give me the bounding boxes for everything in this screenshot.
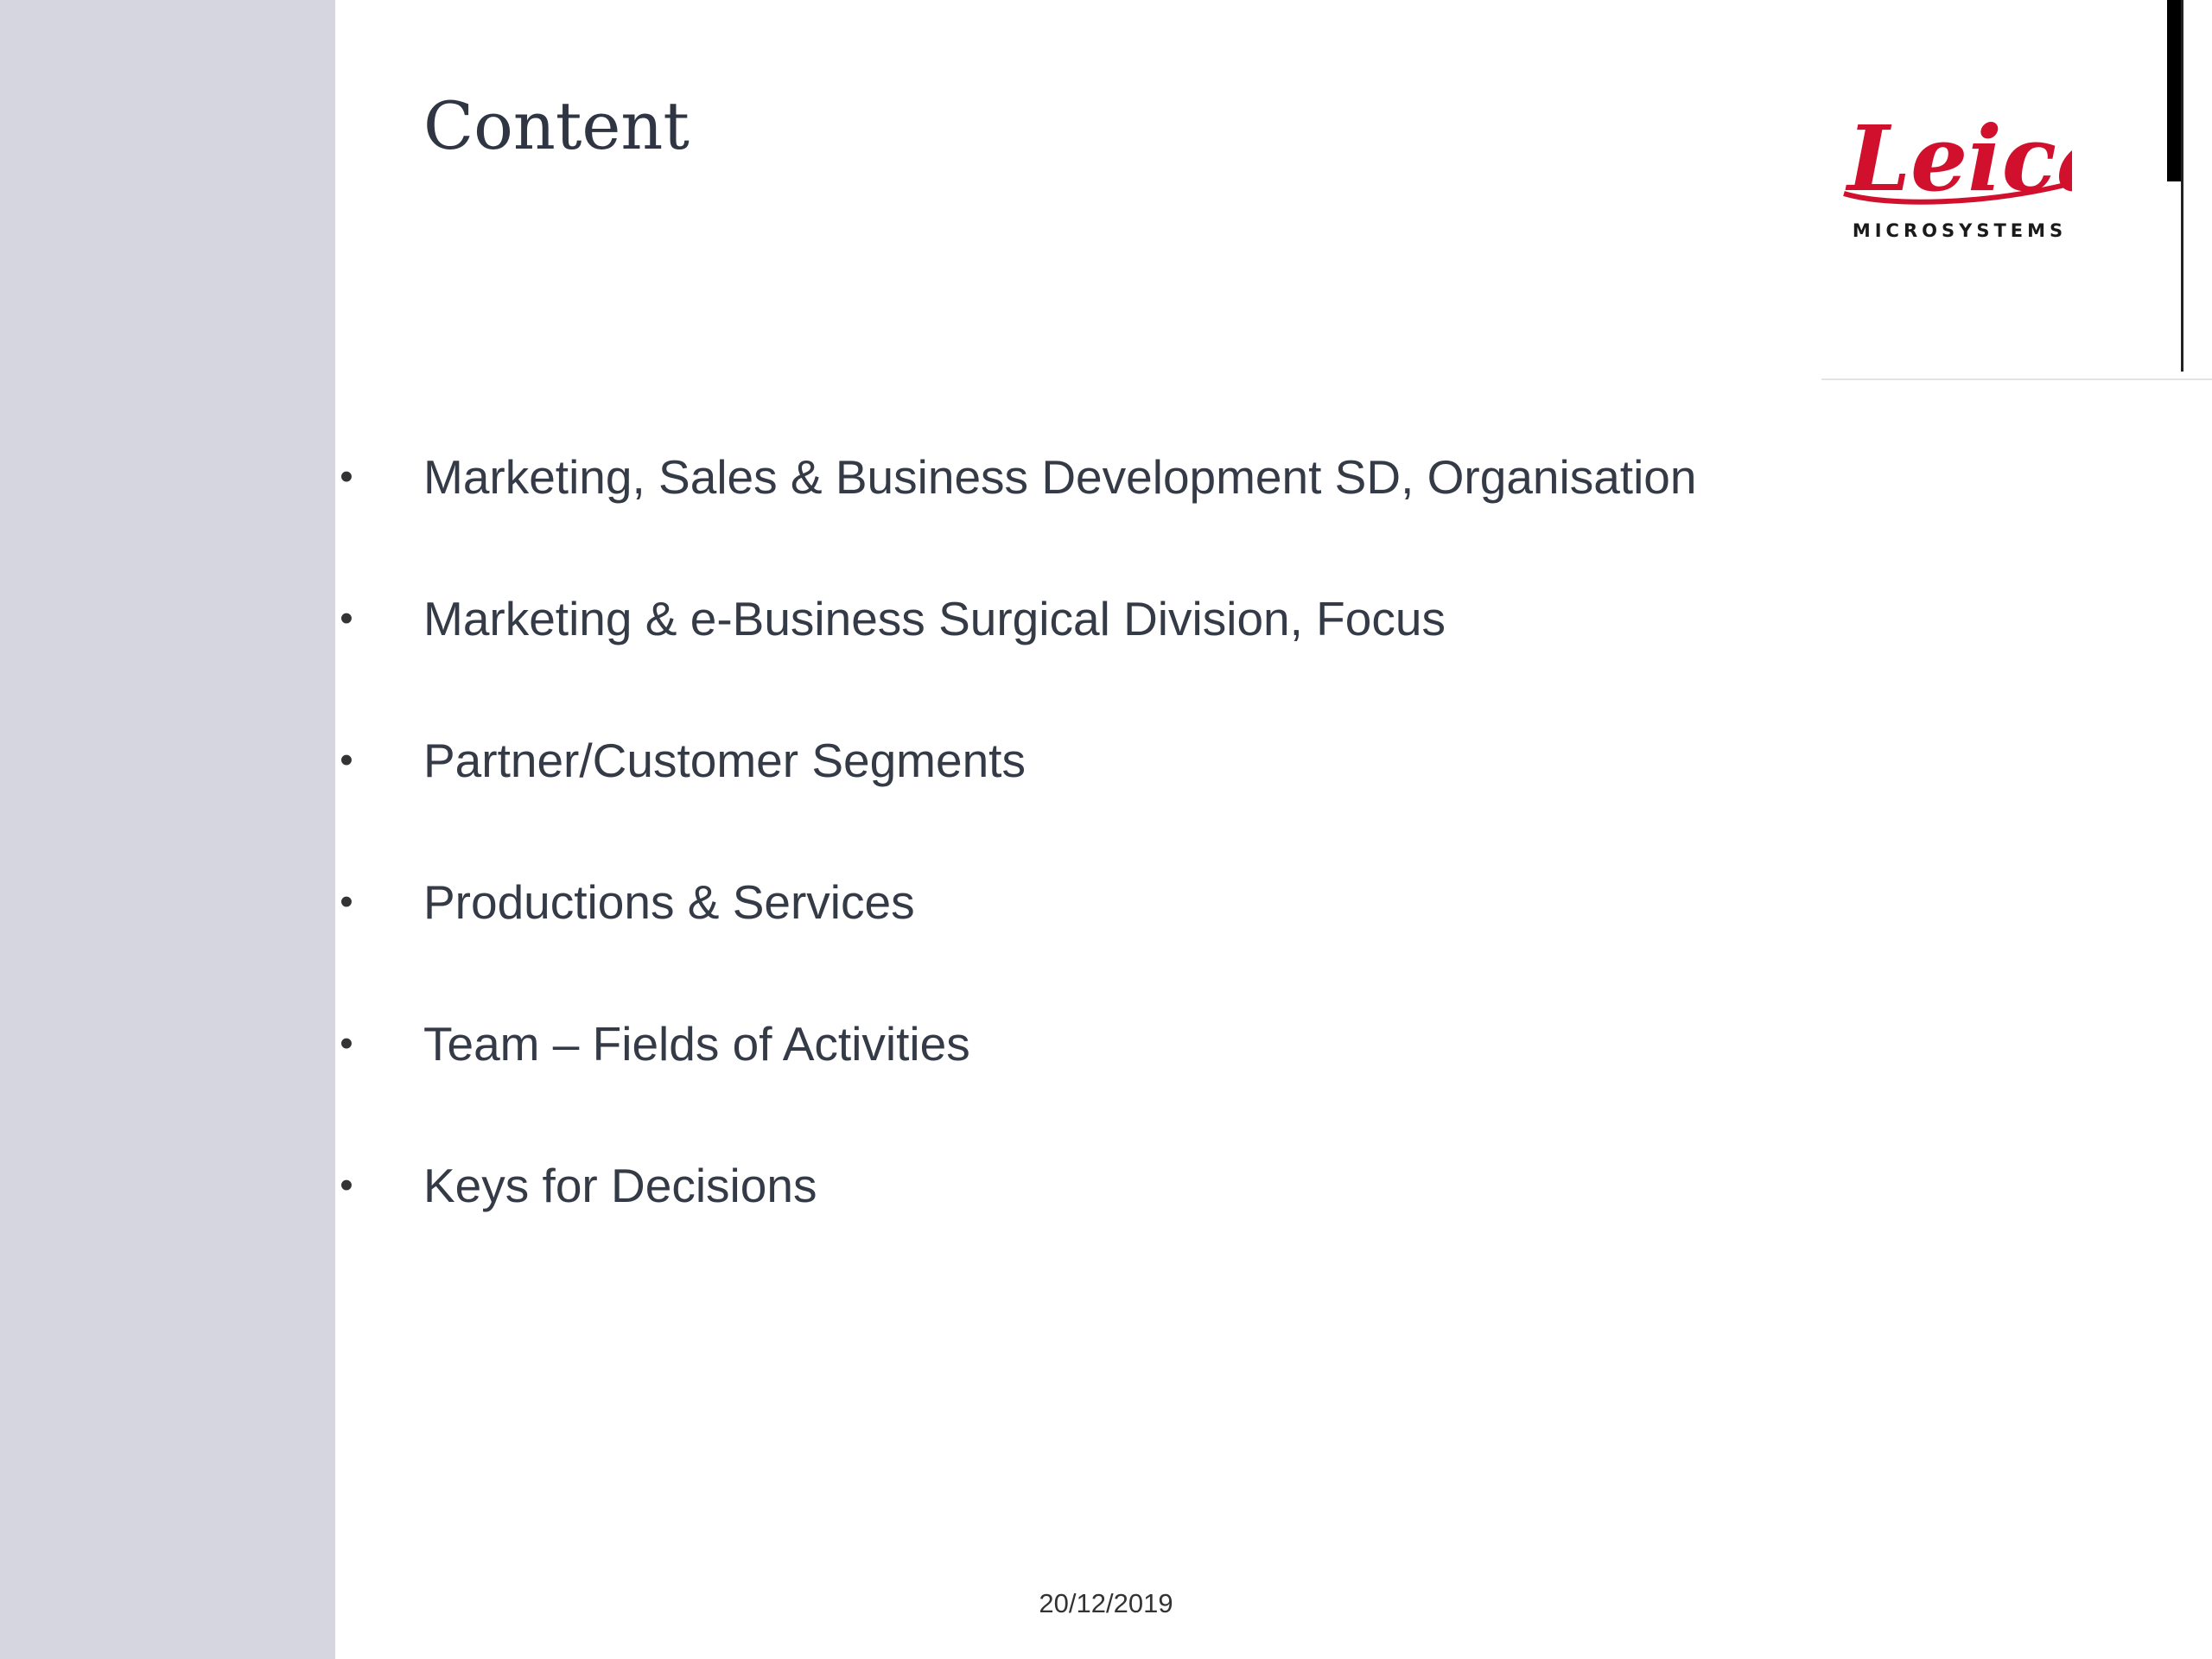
bullet: • — [340, 739, 353, 781]
left-band — [0, 0, 335, 1659]
bullet: • — [340, 1164, 353, 1206]
bullet: • — [340, 455, 353, 498]
logo-subline: MICROSYSTEMS — [1853, 220, 2067, 241]
logo-rule-thick — [2167, 0, 2181, 181]
slide-title: Content — [423, 87, 690, 164]
agenda-item-text: Marketing, Sales & Business Development … — [423, 450, 1697, 504]
logo-wordmark: Leica — [1845, 105, 2072, 212]
bullet: • — [340, 597, 353, 639]
slide: Content Leica MICROSYSTEMS • Marketing, … — [0, 0, 2212, 1659]
agenda-item-text: Keys for Decisions — [423, 1159, 817, 1212]
agenda-item-text: Productions & Services — [423, 875, 915, 929]
logo-rule-bottom — [1821, 378, 2212, 380]
bullet: • — [340, 880, 353, 923]
leica-logo: Leica MICROSYSTEMS — [1843, 105, 2072, 241]
agenda-item-text: Marketing & e-Business Surgical Division… — [423, 592, 1446, 645]
footer-date: 20/12/2019 — [1039, 1588, 1173, 1618]
bullet: • — [340, 1022, 353, 1065]
logo-rule-thin — [2181, 0, 2183, 372]
agenda-item-text: Team – Fields of Activities — [423, 1017, 970, 1071]
agenda-item-text: Partner/Customer Segments — [423, 734, 1026, 787]
